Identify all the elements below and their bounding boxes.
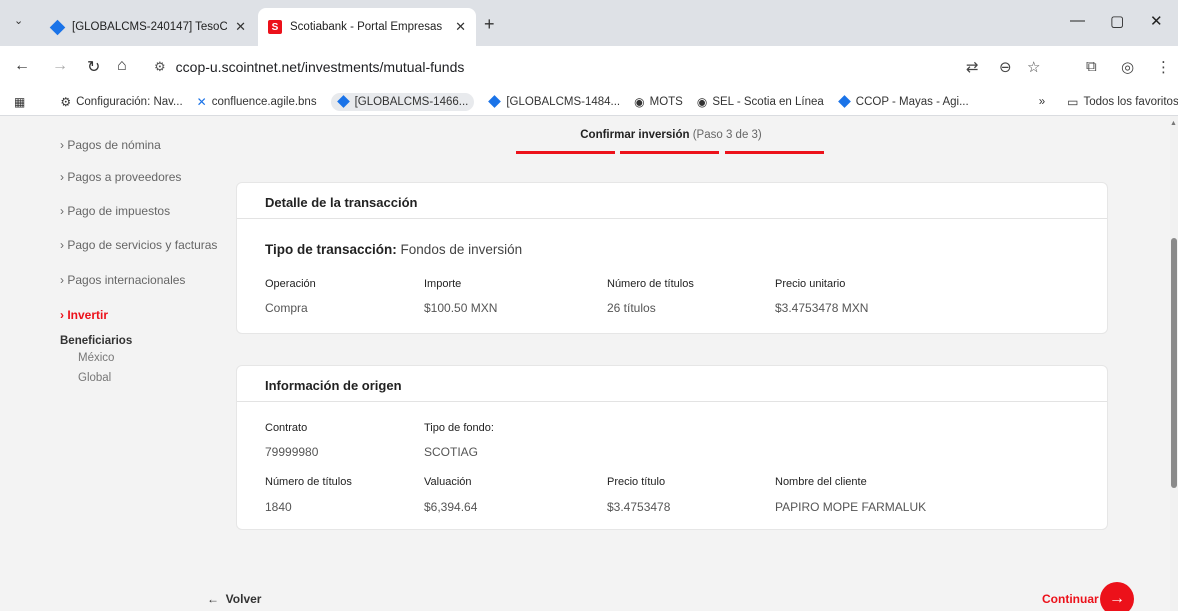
field-label-nombre-cliente: Nombre del cliente	[775, 476, 867, 488]
minimize-icon[interactable]: —	[1070, 12, 1085, 29]
sidebar-item-pago-impuestos[interactable]: › Pago de impuestos	[60, 204, 170, 218]
field-value-contrato: 79999980	[265, 445, 319, 459]
browser-tab-strip: ⌄ [GLOBALCMS-240147] TesoCo ✕ S Scotiaba…	[0, 0, 1178, 46]
sidebar-item-pagos-proveedores[interactable]: › Pagos a proveedores	[60, 170, 181, 184]
step-indicator-2	[620, 151, 719, 154]
translate-icon[interactable]: ⇄	[966, 58, 979, 76]
profile-icon[interactable]: ◎	[1121, 58, 1134, 76]
scroll-up-arrow-icon[interactable]: ▲	[1170, 120, 1177, 127]
step-indicator-1	[516, 151, 615, 154]
footer-actions: ← Volver Continuar →	[0, 580, 1178, 611]
sidebar: › Pagos de nómina › Pagos a proveedores …	[0, 116, 217, 611]
jira-favicon-icon	[49, 19, 66, 36]
origin-info-card: Información de origen Contrato 79999980 …	[236, 365, 1108, 530]
field-value-importe: $100.50 MXN	[424, 301, 498, 315]
field-value-tipo-fondo: SCOTIAG	[424, 445, 479, 459]
field-label-numero-titulos: Número de títulos	[607, 278, 694, 290]
tab-search-chevron-icon[interactable]: ⌄	[14, 14, 23, 27]
restore-icon[interactable]: ▢	[1110, 12, 1124, 30]
folder-icon: ▭	[1067, 94, 1079, 109]
sidebar-item-pago-servicios[interactable]: › Pago de servicios y facturas	[60, 238, 217, 252]
bookmark-item[interactable]: [GLOBALCMS-1484...	[488, 95, 620, 108]
sidebar-item-pagos-nomina[interactable]: › Pagos de nómina	[60, 138, 161, 152]
new-tab-icon[interactable]: +	[484, 14, 495, 35]
bookmarks-overflow-button[interactable]: »	[1039, 96, 1045, 108]
jira-icon	[336, 95, 350, 108]
bookmark-item[interactable]: ⚙ Configuración: Nav...	[60, 95, 182, 109]
divider	[237, 218, 1107, 219]
jira-icon	[488, 95, 502, 108]
reload-icon[interactable]: ↻	[87, 57, 100, 77]
step-indicator-3	[725, 151, 824, 154]
back-button[interactable]: ← Volver	[207, 592, 261, 606]
field-label-precio-unitario: Precio unitario	[775, 278, 846, 290]
globe-icon: ◉	[634, 94, 645, 109]
scrollbar-thumb[interactable]	[1171, 238, 1177, 488]
field-value-nombre-cliente: PAPIRO MOPE FARMALUK	[775, 500, 927, 514]
scotiabank-favicon-icon: S	[268, 20, 282, 34]
continue-button[interactable]: →	[1100, 582, 1134, 611]
sidebar-item-pagos-internacionales[interactable]: › Pagos internacionales	[60, 273, 185, 287]
extensions-icon[interactable]: ⧉	[1086, 58, 1097, 75]
transaction-detail-card: Detalle de la transacción Tipo de transa…	[236, 182, 1108, 334]
globe-icon: ◉	[696, 94, 708, 109]
menu-dots-icon[interactable]: ⋮	[1156, 58, 1171, 76]
field-label-tipo-fondo: Tipo de fondo:	[424, 422, 494, 434]
tab-scotiabank[interactable]: S Scotiabank - Portal Empresas ✕	[258, 8, 476, 46]
bookmark-item[interactable]: [GLOBALCMS-1466...	[330, 92, 475, 111]
back-icon[interactable]: ←	[14, 57, 30, 75]
field-label-operacion: Operación	[265, 278, 316, 290]
sidebar-item-global[interactable]: Global	[78, 372, 111, 384]
field-label-numero-titulos: Número de títulos	[265, 476, 352, 488]
settings-icon: ⚙	[60, 94, 72, 109]
field-label-valuacion: Valuación	[424, 476, 472, 488]
url-field[interactable]: ⚙ ccop-u.scointnet.net/investments/mutua…	[148, 52, 948, 82]
field-value-valuacion: $6,394.64	[424, 500, 478, 514]
field-label-precio-titulo: Precio título	[607, 476, 666, 488]
divider	[237, 401, 1107, 402]
transaction-type: Tipo de transacción: Fondos de inversión	[265, 242, 523, 257]
forward-icon[interactable]: →	[52, 57, 68, 75]
sidebar-beneficiarios-heading: Beneficiarios	[60, 335, 133, 347]
field-label-contrato: Contrato	[265, 422, 308, 434]
bookmark-item[interactable]: CCOP - Mayas - Agi...	[837, 95, 969, 108]
address-bar: ← → ↻ ⌂ ⚙ ccop-u.scointnet.net/investmen…	[0, 46, 1178, 88]
close-tab-icon[interactable]: ✕	[235, 19, 246, 35]
field-value-precio-titulo: $3.4753478	[607, 500, 671, 514]
bookmarks-bar: ▦ ⚙ Configuración: Nav... ✕ confluence.agi…	[0, 88, 1178, 116]
apps-grid-icon[interactable]: ▦	[14, 95, 30, 109]
zoom-icon[interactable]: ⊖	[999, 58, 1012, 76]
field-label-importe: Importe	[424, 278, 462, 290]
confluence-icon: ✕	[196, 94, 207, 109]
bookmark-item[interactable]: ◉ MOTS	[634, 95, 683, 109]
sidebar-item-invertir[interactable]: › Invertir	[60, 308, 108, 322]
site-info-icon[interactable]: ⚙	[154, 59, 166, 75]
sidebar-item-mexico[interactable]: México	[78, 352, 114, 364]
url-text: ccop-u.scointnet.net/investments/mutual-…	[175, 59, 465, 75]
field-value-precio-unitario: $3.4753478 MXN	[775, 301, 869, 315]
home-icon[interactable]: ⌂	[117, 57, 127, 75]
arrow-left-icon: ←	[207, 592, 219, 606]
bookmark-star-icon[interactable]: ☆	[1027, 58, 1040, 76]
bookmark-item[interactable]: ✕ confluence.agile.bns	[197, 95, 317, 109]
close-window-icon[interactable]: ✕	[1150, 12, 1163, 30]
continue-label[interactable]: Continuar	[1042, 592, 1099, 606]
arrow-right-icon: →	[1109, 590, 1125, 607]
jira-icon	[837, 95, 851, 108]
close-tab-icon[interactable]: ✕	[455, 19, 466, 35]
field-value-numero-titulos: 1840	[265, 500, 292, 514]
field-value-operacion: Compra	[265, 301, 308, 315]
tab-title: [GLOBALCMS-240147] TesoCo	[72, 21, 228, 33]
tab-title: Scotiabank - Portal Empresas	[290, 21, 443, 33]
all-favorites-folder[interactable]: ▭ Todos los favoritos	[1067, 95, 1178, 109]
stepper-title: Confirmar inversión (Paso 3 de 3)	[580, 129, 762, 141]
bookmark-item[interactable]: ◉ SEL - Scotia en Línea	[697, 95, 824, 109]
field-value-numero-titulos: 26 títulos	[607, 301, 656, 315]
tab-globalcms[interactable]: [GLOBALCMS-240147] TesoCo ✕	[40, 8, 256, 46]
card-title: Información de origen	[265, 378, 402, 393]
card-title: Detalle de la transacción	[265, 195, 418, 210]
